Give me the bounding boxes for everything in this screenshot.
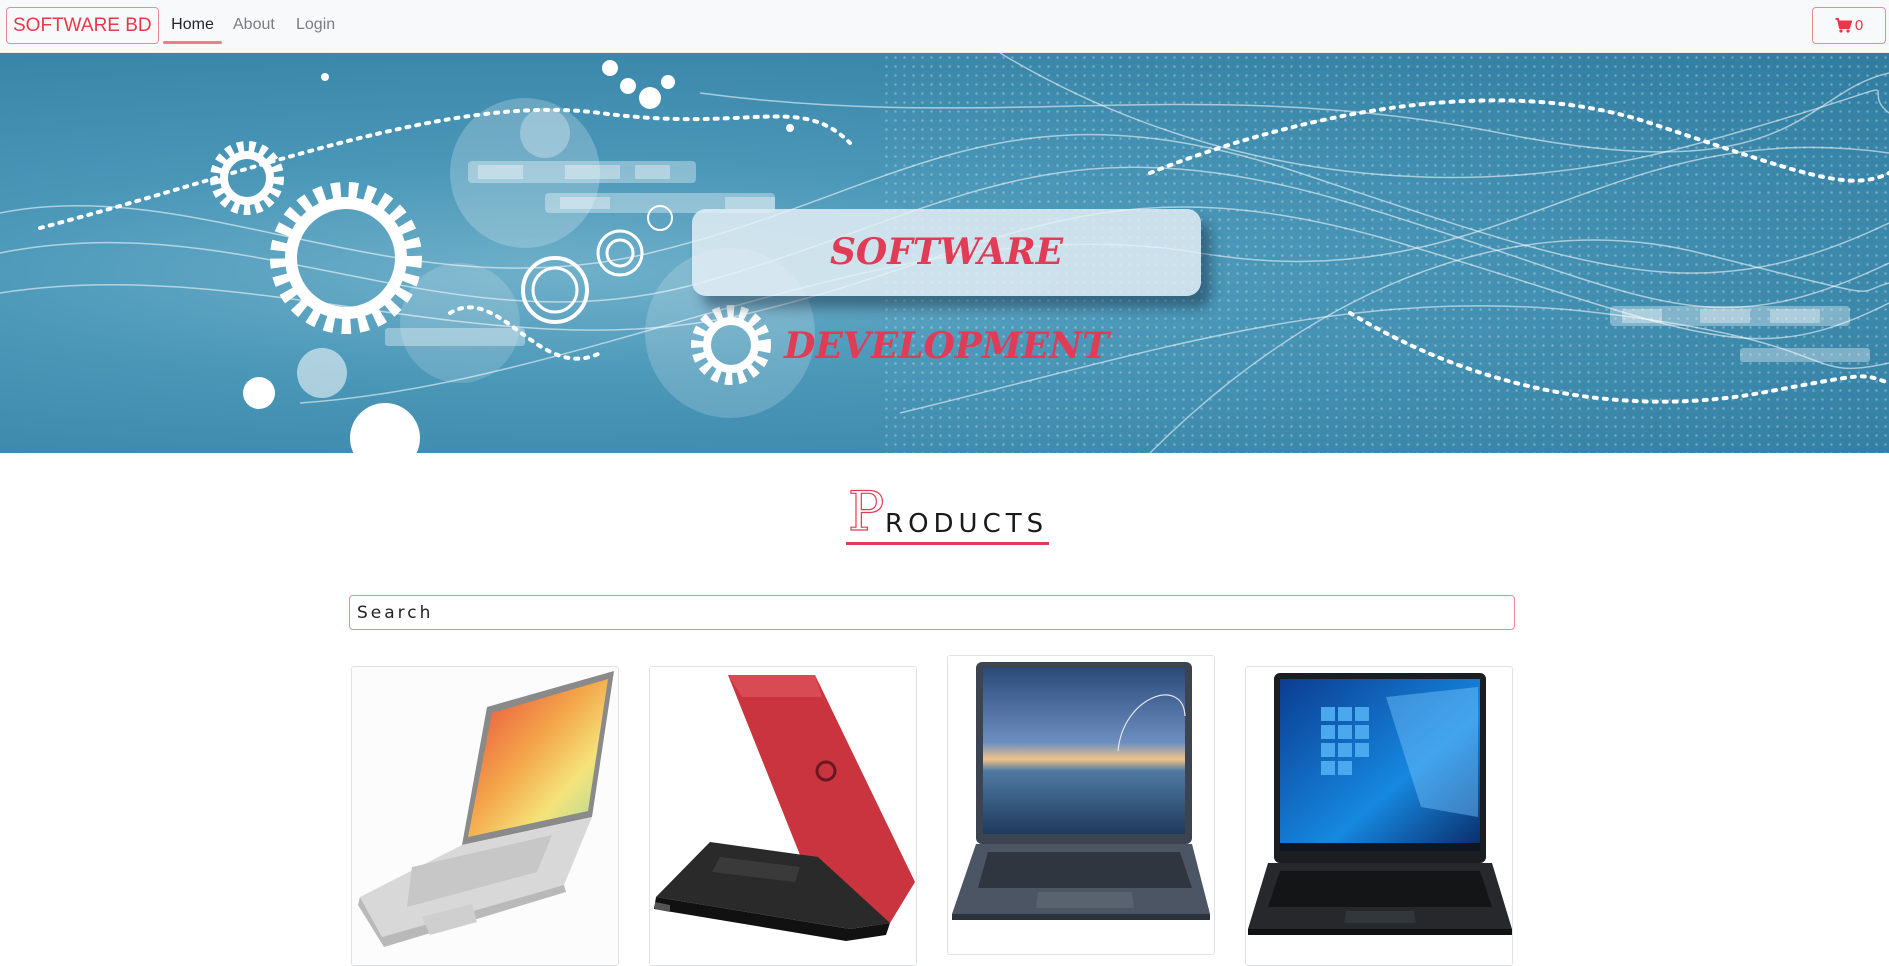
products-heading-initial: P bbox=[847, 480, 885, 543]
navbar: SOFTWARE BD Home About Login 0 bbox=[0, 0, 1889, 53]
hero-banner: SOFTWARE DEVELOPMENT bbox=[0, 53, 1889, 453]
active-indicator bbox=[163, 41, 222, 44]
laptop-silver-image bbox=[352, 667, 618, 965]
products-heading-text: RODUCTS bbox=[885, 509, 1049, 539]
laptop-acer-image bbox=[1246, 667, 1512, 965]
cart-button[interactable]: 0 bbox=[1812, 7, 1886, 44]
hero-title-badge: SOFTWARE DEVELOPMENT bbox=[692, 209, 1201, 367]
product-card[interactable] bbox=[351, 666, 619, 966]
products-heading-underline bbox=[846, 542, 1049, 545]
laptop-red-image bbox=[650, 667, 916, 965]
nav-link-login[interactable]: Login bbox=[296, 15, 335, 45]
product-card[interactable] bbox=[649, 666, 917, 966]
product-card[interactable] bbox=[947, 655, 1215, 955]
product-card[interactable] bbox=[1245, 666, 1513, 966]
brand-logo[interactable]: SOFTWARE BD bbox=[6, 7, 159, 44]
shopping-cart-icon bbox=[1835, 18, 1852, 33]
nav-link-about[interactable]: About bbox=[233, 15, 275, 45]
search-input[interactable] bbox=[349, 595, 1515, 630]
cart-count: 0 bbox=[1854, 17, 1864, 34]
nav-link-home[interactable]: Home bbox=[163, 15, 222, 45]
laptop-zenbook-image bbox=[948, 656, 1214, 954]
products-heading: P RODUCTS bbox=[846, 480, 1049, 546]
nav-link-home-label: Home bbox=[171, 16, 214, 33]
